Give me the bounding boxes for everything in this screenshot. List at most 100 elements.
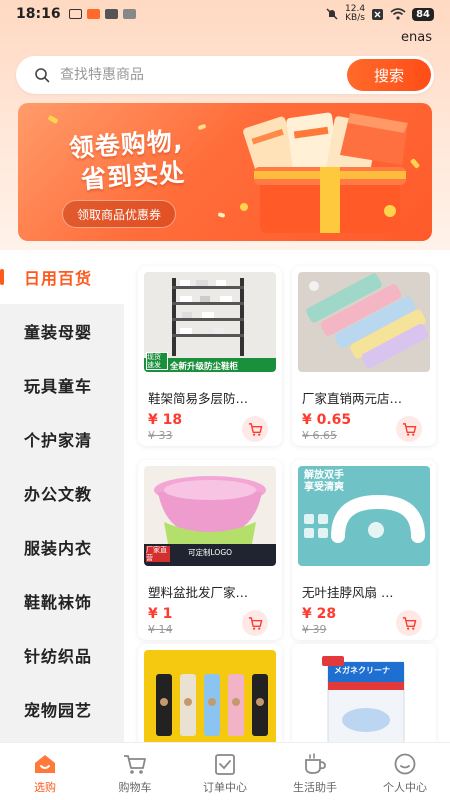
tab-label: 购物车 [118,781,152,794]
category-item-apparel[interactable]: 服装内衣 [0,520,124,574]
category-label: 服装内衣 [24,539,93,558]
banner-title: 领卷购物, 省到实处 [68,125,187,197]
cart-icon [248,616,262,630]
confetti-decoration [197,123,207,131]
product-image: 现货速发 全新升级防尘鞋柜 [144,272,276,372]
product-original-price: ¥ 39 [302,623,327,636]
product-title: 塑料盆批发厂家… [148,585,249,600]
category-item-toys[interactable]: 玩具童车 [0,358,124,412]
product-price: ¥ 0.65 [302,412,352,428]
category-label: 玩具童车 [24,377,93,396]
product-image: メガネクリーナ [298,650,430,742]
gift-box-icon [240,112,408,233]
tab-shop[interactable]: 选购 [0,743,90,800]
cart-icon [402,616,416,630]
product-banner-text: 全新升级防尘鞋柜 [170,362,239,372]
product-list: 现货速发 全新升级防尘鞋柜 鞋架简易多层防… ¥ 18 ¥ 33 厂家直销两元店… [124,250,450,742]
product-card[interactable]: 解放双手 享受清爽 无叶挂脖风扇 … ¥ 28 ¥ 39 [292,460,436,640]
umbrella-image [156,674,268,736]
product-price: ¥ 28 [302,606,337,622]
product-original-price: ¥ 6.65 [302,429,337,442]
category-item-personal-care[interactable]: 个护家清 [0,412,124,466]
product-title: 厂家直销两元店… [302,391,403,406]
product-banner-text: メガネクリーナ [334,666,390,675]
product-banner-text: 解放双手 享受清爽 [304,470,344,493]
category-item-daily-goods[interactable]: 日用百货 [0,250,124,304]
product-card[interactable]: 现货速发 全新升级防尘鞋柜 鞋架简易多层防… ¥ 18 ¥ 33 [138,266,282,446]
category-item-pets-garden[interactable]: 宠物园艺 [0,682,124,736]
category-item-textiles[interactable]: 针纺织品 [0,628,124,682]
combs-image [306,273,429,369]
promo-banner[interactable]: 领卷购物, 省到实处 领取商品优惠券 [18,103,432,241]
product-image: 厂家直营 可定制LOGO [144,466,276,566]
product-banner-text: 可定制LOGO [188,548,233,557]
tab-cart[interactable]: 购物车 [90,743,180,800]
product-original-price: ¥ 33 [148,429,173,442]
search-bar: 搜索 [16,56,434,94]
product-card[interactable]: 厂家直营 可定制LOGO 塑料盆批发厂家… ¥ 1 ¥ 14 [138,460,282,640]
cart-icon [248,422,262,436]
search-button[interactable]: 搜索 [347,59,431,91]
app-notification-icon [104,9,118,19]
tab-label: 生活助手 [293,781,337,794]
status-right: 12.4 KB/s 84 [325,5,434,23]
confetti-decoration [47,114,59,125]
search-icon [35,68,50,83]
tab-label: 订单中心 [203,781,247,794]
mute-icon [326,8,338,20]
category-label: 个护家清 [24,431,93,450]
product-tag: 厂家直营 [146,546,170,562]
add-to-cart-button[interactable] [242,416,268,442]
notification-icons [68,9,136,19]
home-icon [35,755,55,773]
category-label: 日用百货 [24,269,93,288]
add-to-cart-button[interactable] [396,610,422,636]
tab-life-assistant[interactable]: 生活助手 [270,743,360,800]
product-price: ¥ 18 [148,412,183,428]
product-card[interactable]: 厂家直销两元店… ¥ 0.65 ¥ 6.65 [292,266,436,446]
category-item-shoes[interactable]: 鞋靴袜饰 [0,574,124,628]
banner-title-line: 省到实处 [80,158,186,195]
category-sidebar: 日用百货 童装母婴 玩具童车 个护家清 办公文教 服装内衣 鞋靴袜饰 针纺织品 … [0,250,124,742]
product-tag: 现货速发 [146,352,168,370]
product-price: ¥ 1 [148,606,173,622]
order-icon [215,754,235,775]
product-image: 解放双手 享受清爽 [298,466,430,566]
add-to-cart-button[interactable] [242,610,268,636]
category-label: 童装母婴 [24,323,93,342]
app-notification-icon [86,9,100,19]
profile-icon [394,753,416,775]
product-card[interactable]: メガネクリーナ [292,644,436,742]
category-item-kids-baby[interactable]: 童装母婴 [0,304,124,358]
bottom-tab-bar: 选购 购物车 订单中心 生活助手 个人中心 [0,742,450,800]
confetti-decoration [217,212,226,218]
product-original-price: ¥ 14 [148,623,173,636]
sim-icon [372,8,384,20]
status-bar: 18:16 12.4 KB/s 84 [0,0,450,28]
tab-label: 选购 [34,781,56,794]
cart-icon [402,422,416,436]
coupon-button[interactable]: 领取商品优惠券 [62,200,177,228]
category-label: 针纺织品 [24,647,93,666]
app-name: enas [401,30,432,45]
category-label: 办公文教 [24,485,93,504]
product-card[interactable] [138,644,282,742]
product-image [144,650,276,742]
app-notification-icon [122,9,136,19]
search-input[interactable] [60,67,347,83]
message-icon [68,9,82,19]
tab-orders[interactable]: 订单中心 [180,743,270,800]
cart-icon [124,755,146,774]
product-title: 鞋架简易多层防… [148,391,249,406]
category-item-office[interactable]: 办公文教 [0,466,124,520]
category-label: 宠物园艺 [24,701,93,720]
network-speed: 12.4 KB/s [345,4,366,23]
product-image [298,272,430,372]
battery-indicator: 84 [412,7,434,21]
add-to-cart-button[interactable] [396,416,422,442]
tab-label: 个人中心 [383,781,427,794]
product-title: 无叶挂脖风扇 … [302,585,394,600]
glasses-cleaner-image [322,656,405,742]
category-label: 鞋靴袜饰 [24,593,93,612]
tab-profile[interactable]: 个人中心 [360,743,450,800]
